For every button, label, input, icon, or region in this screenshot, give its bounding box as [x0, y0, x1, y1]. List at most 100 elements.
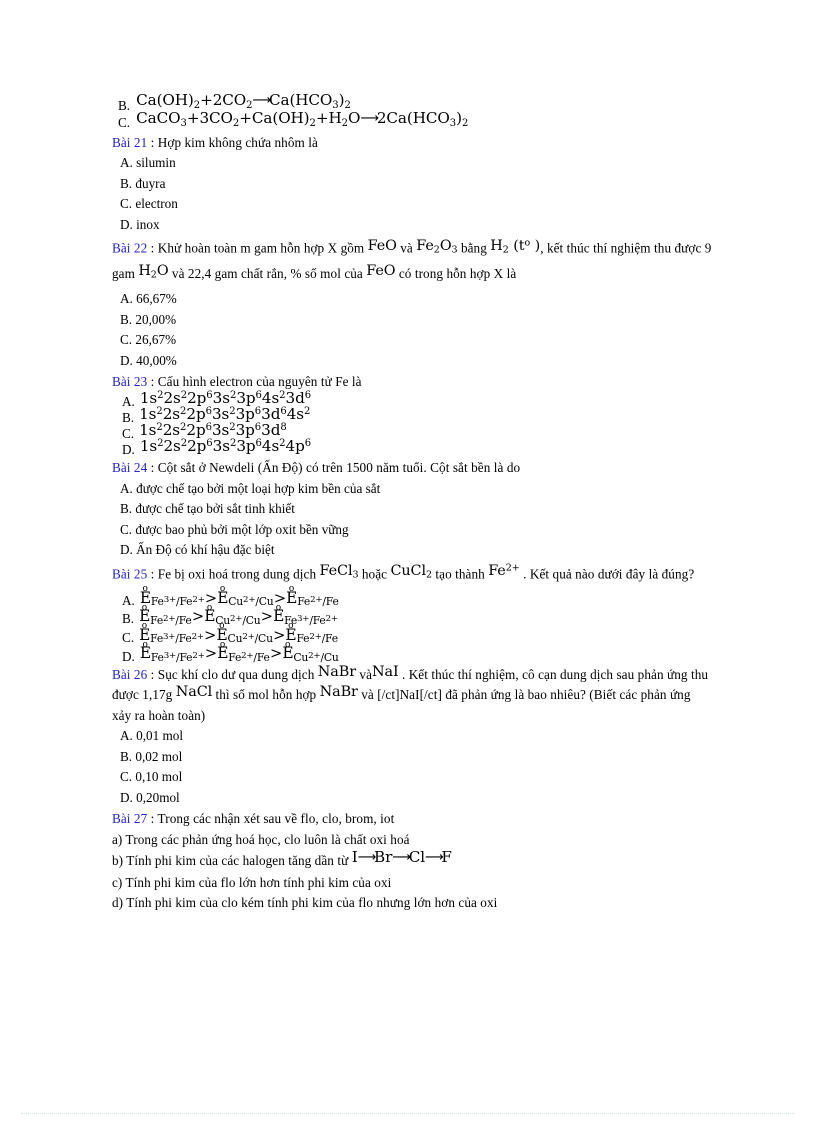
electrode-potential-expression: Eo Fe3+/Fe2+>E o Fe2+/Fe>E o Cu2+/Cu	[139, 639, 339, 665]
electron-configuration: 1s22s22p63s23p63d64s2	[139, 404, 311, 423]
reaction-arrow-icon: ⟶	[252, 93, 272, 108]
formula-nabr: NaBr	[319, 684, 358, 701]
question-colon: :	[147, 134, 158, 150]
statement-text: Tính phi kim của các halogen tăng dần từ	[126, 853, 352, 869]
option-text: 0,20mol	[136, 789, 180, 805]
option-row[interactable]: C. electron	[112, 194, 712, 215]
degree-icon: o	[141, 621, 147, 632]
formula-cucl2: CuCl2	[390, 563, 433, 582]
option-label: C.	[120, 196, 133, 212]
option-label: B.	[122, 409, 135, 425]
option-row[interactable]: C. 26,67%	[112, 330, 712, 351]
question-prompt: Cấu hình electron của nguyên tử Fe là	[157, 374, 362, 390]
statement-row: d) Tính phi kim của clo kém tính phi kim…	[112, 893, 712, 914]
question-prompt-part: Khử hoàn toàn m gam hỗn hợp X gồm	[157, 240, 368, 256]
option-text: đuyra	[135, 175, 166, 191]
question-prompt-part: bằng	[457, 240, 491, 256]
question-prompt: Trong các nhận xét sau về flo, clo, brom…	[157, 811, 395, 827]
degree-icon: o	[206, 602, 213, 613]
option-label: A.	[120, 728, 133, 744]
option-row[interactable]: B. 0,02 mol	[112, 747, 712, 768]
footer-divider	[21, 1113, 795, 1115]
option-row[interactable]: D. 1s22s22p63s23p64s24p6	[112, 439, 712, 457]
eq-term: CaCO	[136, 108, 181, 127]
option-row[interactable]: A. được chế tạo bởi một loại hợp kim bền…	[112, 479, 712, 500]
question-prompt: Cột sắt ở Newdeli (Ấn Độ) có trên 1500 n…	[157, 460, 521, 476]
question-prompt-part: tạo thành	[432, 566, 489, 582]
e-standard-symbol: Eo	[204, 602, 216, 626]
question-tag: Bài 21	[112, 134, 148, 150]
option-label: B.	[120, 748, 133, 764]
formula-fe2plus: Fe2+	[488, 562, 520, 580]
question-tag: Bài 25	[112, 566, 148, 582]
relation-operator: >	[269, 645, 283, 663]
statement-label: d)	[112, 895, 124, 911]
option-row[interactable]: D. Ấn Độ có khí hậu đặc biệt	[112, 540, 712, 561]
option-text: 66,67%	[136, 291, 177, 307]
question-colon: :	[147, 811, 158, 827]
question-heading-bai-21: Bài 21 : Hợp kim không chứa nhôm là	[112, 133, 712, 154]
option-row[interactable]: B. Eo Fe2+/Fe>E o Cu2+/Cu>E o Fe3+/Fe2+	[112, 602, 712, 627]
degree-icon: o	[288, 584, 294, 594]
option-label: D.	[120, 352, 133, 368]
option-label: A.	[120, 155, 133, 171]
option-row[interactable]: C. được bao phủ bởi một lớp oxit bền vữn…	[112, 520, 712, 541]
chain-arrow-icon: ⟶	[424, 850, 444, 866]
option-text: silumin	[136, 155, 176, 171]
e-standard-symbol: Eo	[217, 639, 229, 663]
option-text: 40,00%	[136, 352, 177, 368]
eq-term: +3CO	[186, 108, 233, 127]
formula-feo: FeO	[366, 262, 396, 279]
option-label: B.	[118, 97, 131, 113]
option-row[interactable]: B. được chế tạo bởi sắt tinh khiết	[112, 499, 712, 520]
option-text: 26,67%	[135, 332, 177, 348]
question-prompt-part: . Kết quả nào dưới đây là đúng?	[519, 566, 695, 582]
option-label: D.	[120, 789, 133, 805]
eq-term: Ca(OH)	[136, 91, 194, 109]
option-row[interactable]: D. 0,20mol	[112, 788, 712, 809]
chain-arrow-icon: ⟶	[392, 850, 411, 866]
option-label: A.	[122, 592, 135, 608]
question-prompt-part: hoặc	[358, 566, 391, 582]
option-row[interactable]: B. 20,00%	[112, 310, 712, 331]
electrode-potential-expression: Eo Fe3+/Fe2+>E o Cu2+/Cu>E o Fe2+/Fe	[139, 584, 339, 609]
option-text: được bao phủ bởi một lớp oxit bền vững	[135, 521, 349, 537]
formula-nai: NaI	[372, 663, 399, 680]
option-row[interactable]: C. Eo Fe3+/Fe2+>E o Cu2+/Cu>E o Fe2+/Fe	[112, 622, 712, 646]
carryover-option-c: C. CaCO3+3CO2+Ca(OH)2+H2O⟶2Ca(HCO3)2	[112, 110, 712, 132]
option-row[interactable]: D. 40,00%	[112, 351, 712, 372]
relation-operator: >	[273, 626, 286, 644]
e-standard-symbol: Eo	[286, 584, 298, 607]
option-label: C.	[120, 521, 133, 537]
option-text: inox	[136, 216, 160, 232]
statement-text: Tính phi kim của flo lớn hơn tính phi ki…	[125, 874, 392, 890]
question-heading-bai-24: Bài 24 : Cột sắt ở Newdeli (Ấn Độ) có tr…	[112, 458, 712, 479]
e-standard-symbol: Eo	[273, 602, 285, 626]
electrode-potential-expression: Eo Fe2+/Fe>E o Cu2+/Cu>E o Fe3+/Fe2+	[139, 602, 338, 627]
statement-text: Trong các phản ứng hoá học, clo luôn là …	[125, 831, 410, 847]
e-standard-symbol: Eo	[217, 584, 229, 607]
reaction-arrow-icon: ⟶	[360, 110, 379, 126]
question-heading-bai-26: Bài 26 : Sục khí clo dư qua dung dịch Na…	[112, 663, 712, 727]
e-standard-symbol: Eo	[282, 639, 294, 663]
option-row[interactable]: A. 0,01 mol	[112, 726, 712, 747]
question-colon: :	[147, 666, 158, 682]
statement-row: c) Tính phi kim của flo lớn hơn tính phi…	[112, 873, 712, 894]
eq-term: Ca(HCO	[268, 91, 333, 109]
formula-fecl3: FeCl3	[319, 563, 359, 582]
degree-icon: o	[219, 584, 226, 594]
option-row[interactable]: A. Eo Fe3+/Fe2+>E o Cu2+/Cu>E o Fe2+/Fe	[112, 584, 712, 609]
option-row[interactable]: D. Eo Fe3+/Fe2+>E o Fe2+/Fe>E o Cu2+/Cu	[112, 639, 712, 665]
e-standard-symbol: Eo	[139, 639, 151, 663]
option-row[interactable]: A. silumin	[112, 153, 712, 174]
question-tag: Bài 26	[112, 666, 148, 682]
option-label: C.	[118, 115, 131, 131]
question-heading-bai-27: Bài 27 : Trong các nhận xét sau về flo, …	[112, 809, 712, 830]
degree-icon: o	[142, 639, 148, 650]
option-label: B.	[120, 501, 133, 517]
relation-operator: >	[204, 626, 217, 644]
option-row[interactable]: D. inox	[112, 215, 712, 236]
option-row[interactable]: B. đuyra	[112, 174, 712, 195]
option-row[interactable]: C. 0,10 mol	[112, 767, 712, 788]
option-row[interactable]: A. 66,67%	[112, 289, 712, 310]
